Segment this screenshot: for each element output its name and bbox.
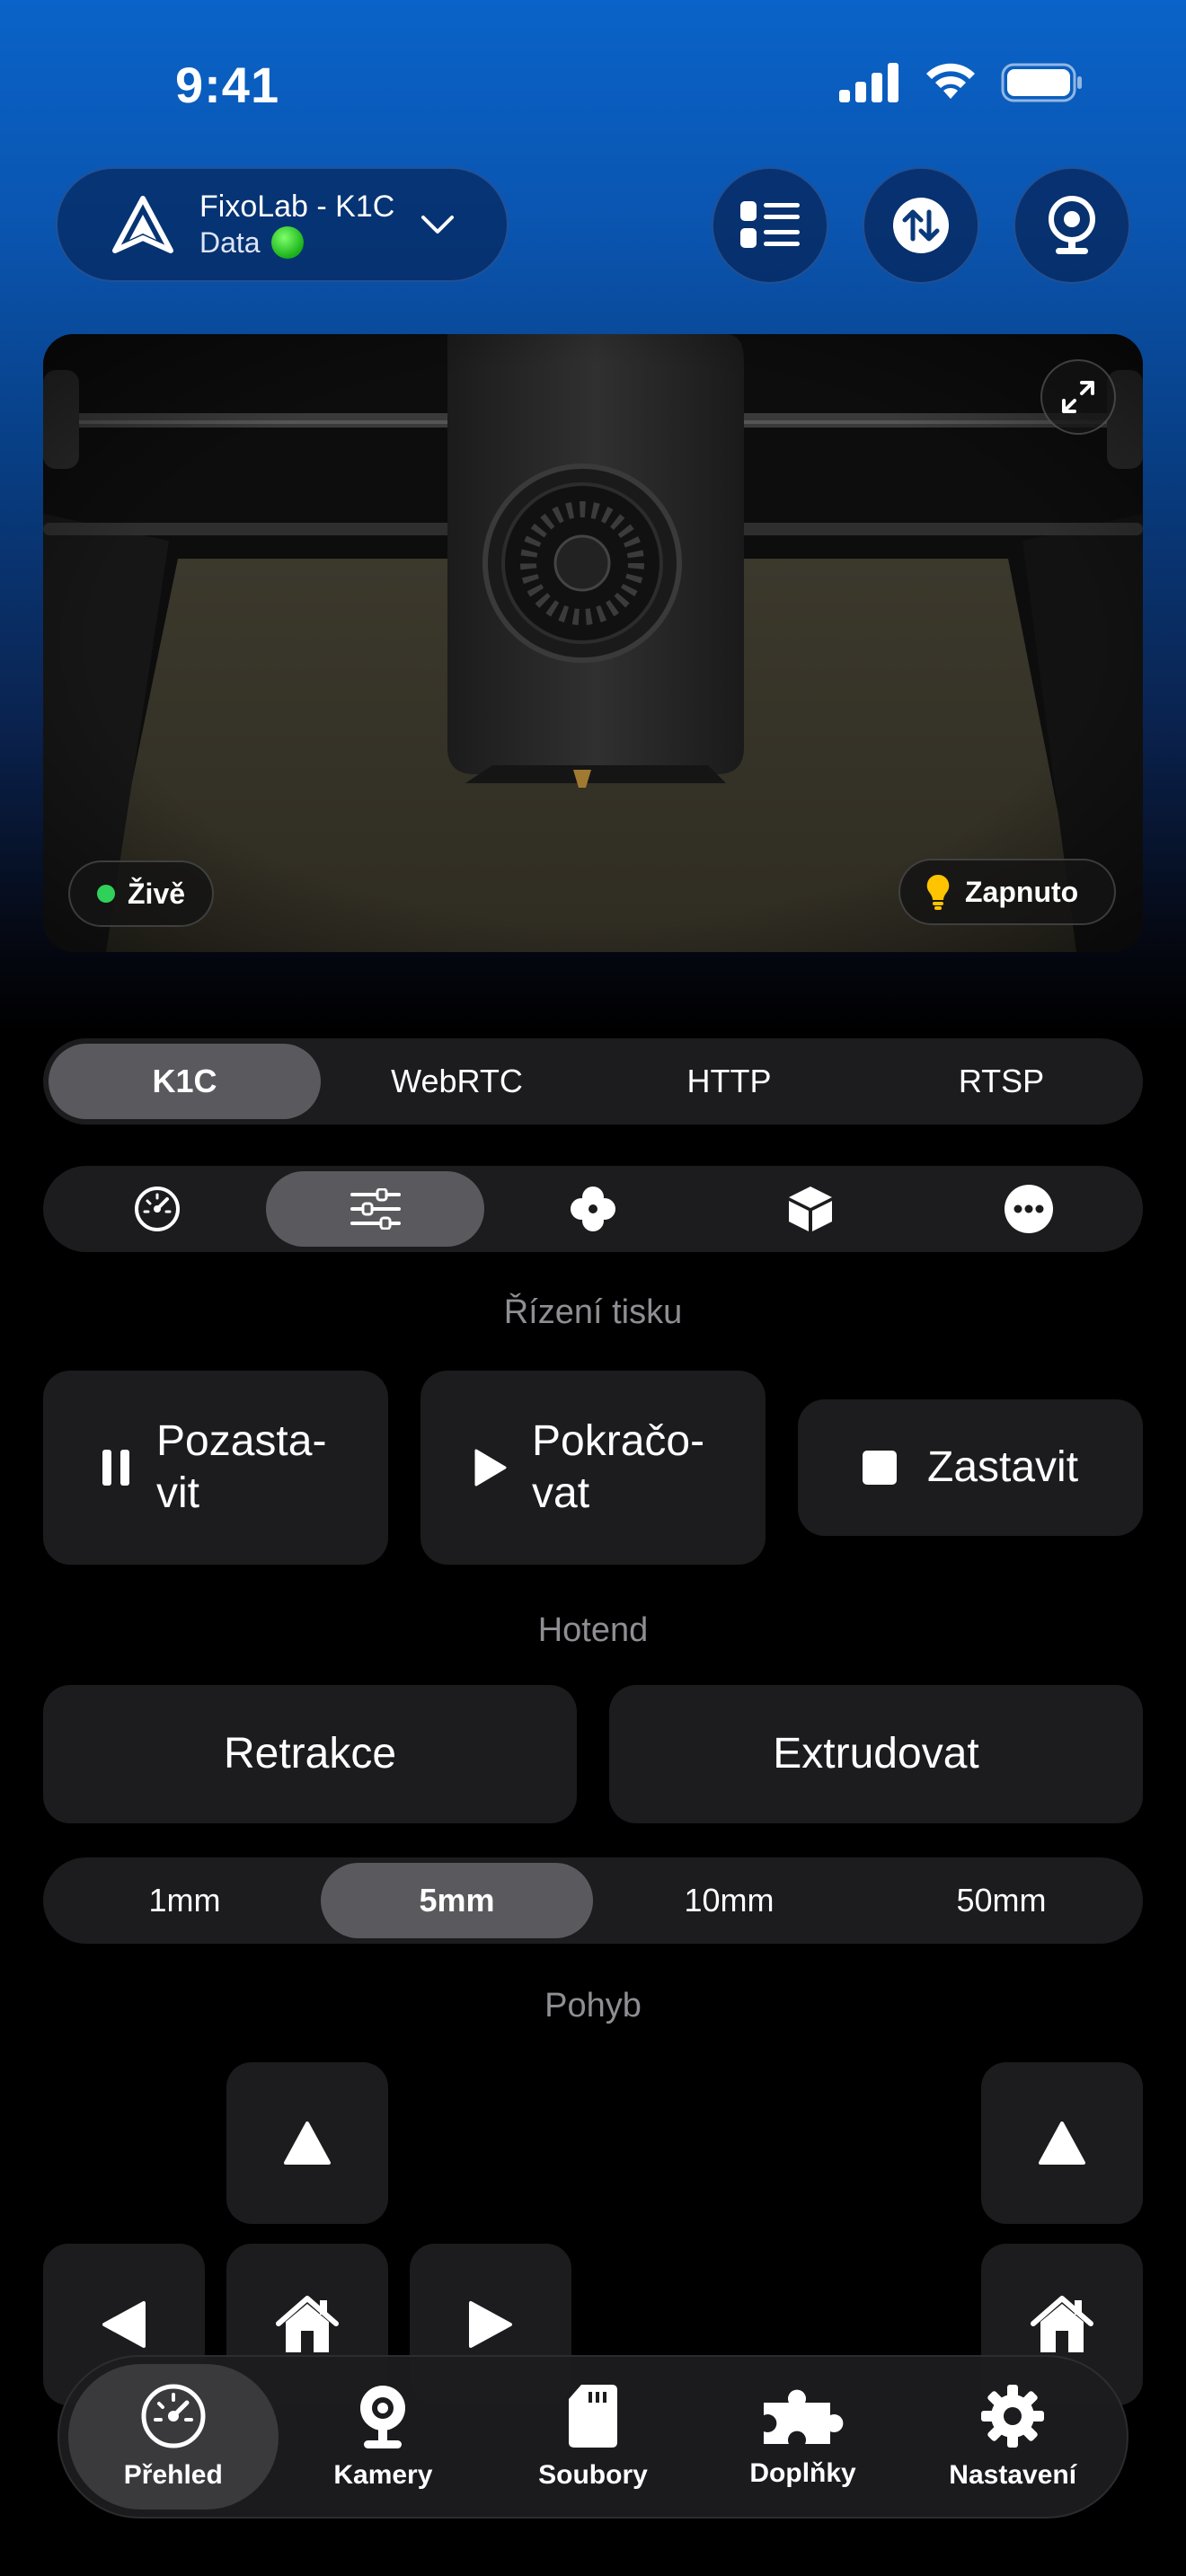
home-icon xyxy=(1031,2296,1093,2352)
move-y-forward-button[interactable] xyxy=(226,2062,388,2224)
fan-icon xyxy=(571,1187,616,1231)
tab-overview-label: Přehled xyxy=(123,2460,223,2490)
tab-cameras[interactable]: Kamery xyxy=(279,2364,489,2510)
arrows-up-down-icon xyxy=(893,198,949,253)
stop-icon xyxy=(863,1451,897,1485)
printer-selector[interactable]: FixoLab - K1C Data xyxy=(56,167,509,282)
status-dot-icon xyxy=(270,226,304,259)
arrow-up-icon xyxy=(284,2122,331,2165)
cellular-signal-icon xyxy=(839,63,898,102)
retract-button[interactable]: Retrakce xyxy=(43,1685,577,1823)
arrow-right-icon xyxy=(469,2301,512,2348)
camera-source-selector: K1C WebRTC HTTP RTSP xyxy=(43,1038,1143,1125)
tab-plugins-label: Doplňky xyxy=(749,2458,856,2488)
live-label: Živě xyxy=(128,877,186,910)
printer-name: FixoLab - K1C xyxy=(199,190,395,224)
distance-option-50mm[interactable]: 50mm xyxy=(865,1863,1137,1938)
play-icon xyxy=(474,1449,507,1486)
distance-option-5mm[interactable]: 5mm xyxy=(321,1863,593,1938)
webcam-icon xyxy=(360,2386,406,2448)
tab-fans[interactable] xyxy=(484,1171,702,1247)
lightbulb-icon xyxy=(926,874,950,910)
resume-button[interactable]: Pokračo- vat xyxy=(420,1371,766,1565)
pause-label-line2: vit xyxy=(156,1469,199,1517)
extrude-button[interactable]: Extrudovat xyxy=(609,1685,1143,1823)
chevron-down-icon xyxy=(421,216,455,234)
expand-icon xyxy=(1062,381,1094,413)
sd-card-icon xyxy=(568,2385,617,2448)
tab-cameras-label: Kamery xyxy=(333,2460,433,2490)
webcam-button[interactable] xyxy=(1013,167,1130,284)
live-dot-icon xyxy=(97,885,115,903)
tab-overview[interactable]: Přehled xyxy=(68,2364,279,2510)
movement-title: Pohyb xyxy=(544,1987,642,2025)
camera-stream[interactable]: Živě Zapnuto xyxy=(43,334,1143,952)
control-category-selector xyxy=(43,1166,1143,1252)
extrude-label: Extrudovat xyxy=(773,1730,979,1778)
distance-selector: 1mm 5mm 10mm 50mm xyxy=(43,1857,1143,1944)
arrow-left-icon xyxy=(102,2301,146,2348)
arrow-up-icon xyxy=(1039,2122,1085,2165)
resume-label-line1: Pokračo- xyxy=(532,1417,705,1465)
tab-more[interactable] xyxy=(920,1171,1137,1247)
more-icon xyxy=(1004,1185,1053,1233)
tab-files-label: Soubory xyxy=(538,2460,648,2490)
gear-icon xyxy=(981,2385,1045,2448)
source-option-k1c[interactable]: K1C xyxy=(49,1044,321,1119)
printer-logo-icon xyxy=(112,196,173,253)
source-option-http[interactable]: HTTP xyxy=(593,1044,865,1119)
list-view-button[interactable] xyxy=(712,167,828,284)
retract-label: Retrakce xyxy=(223,1730,397,1778)
pause-label-line1: Pozasta- xyxy=(156,1417,327,1465)
puzzle-piece-icon xyxy=(763,2389,843,2444)
resume-label-line2: vat xyxy=(532,1469,590,1517)
wifi-icon xyxy=(926,63,975,99)
distance-option-10mm[interactable]: 10mm xyxy=(593,1863,865,1938)
pause-icon xyxy=(102,1450,129,1486)
speedometer-icon xyxy=(135,1187,181,1231)
home-icon xyxy=(276,2296,339,2352)
printer-status-label: Data xyxy=(199,226,261,259)
tab-controls[interactable] xyxy=(266,1171,484,1247)
speedometer-icon xyxy=(141,2384,206,2448)
battery-icon xyxy=(1001,63,1082,102)
tab-plugins[interactable]: Doplňky xyxy=(698,2364,908,2510)
box-icon xyxy=(789,1187,833,1231)
tab-settings-label: Nastavení xyxy=(949,2460,1077,2490)
light-label: Zapnuto xyxy=(965,875,1079,908)
tab-dashboard[interactable] xyxy=(49,1171,266,1247)
tab-settings[interactable]: Nastavení xyxy=(907,2364,1118,2510)
source-option-rtsp[interactable]: RTSP xyxy=(865,1044,1137,1119)
distance-option-1mm[interactable]: 1mm xyxy=(49,1863,321,1938)
fullscreen-button[interactable] xyxy=(1040,359,1116,435)
stop-button[interactable]: Zastavit xyxy=(798,1399,1143,1536)
bottom-tab-bar: Přehled Kamery Soubory Doplňky Nastavení xyxy=(58,2355,1128,2519)
status-icons xyxy=(839,63,1084,102)
tab-filament[interactable] xyxy=(702,1171,919,1247)
light-toggle-button[interactable]: Zapnuto xyxy=(898,859,1116,925)
transfer-button[interactable] xyxy=(863,167,979,284)
stop-label: Zastavit xyxy=(927,1443,1079,1491)
print-control-title: Řízení tisku xyxy=(503,1293,683,1331)
source-option-webrtc[interactable]: WebRTC xyxy=(321,1044,593,1119)
move-z-up-button[interactable] xyxy=(981,2062,1143,2224)
webcam-icon xyxy=(1049,196,1095,254)
hotend-title: Hotend xyxy=(537,1611,649,1649)
sliders-icon xyxy=(350,1188,401,1230)
live-badge: Živě xyxy=(68,860,214,927)
pause-button[interactable]: Pozasta- vit xyxy=(43,1371,388,1565)
status-time: 9:41 xyxy=(175,57,280,113)
list-icon xyxy=(740,201,800,248)
tab-files[interactable]: Soubory xyxy=(488,2364,698,2510)
